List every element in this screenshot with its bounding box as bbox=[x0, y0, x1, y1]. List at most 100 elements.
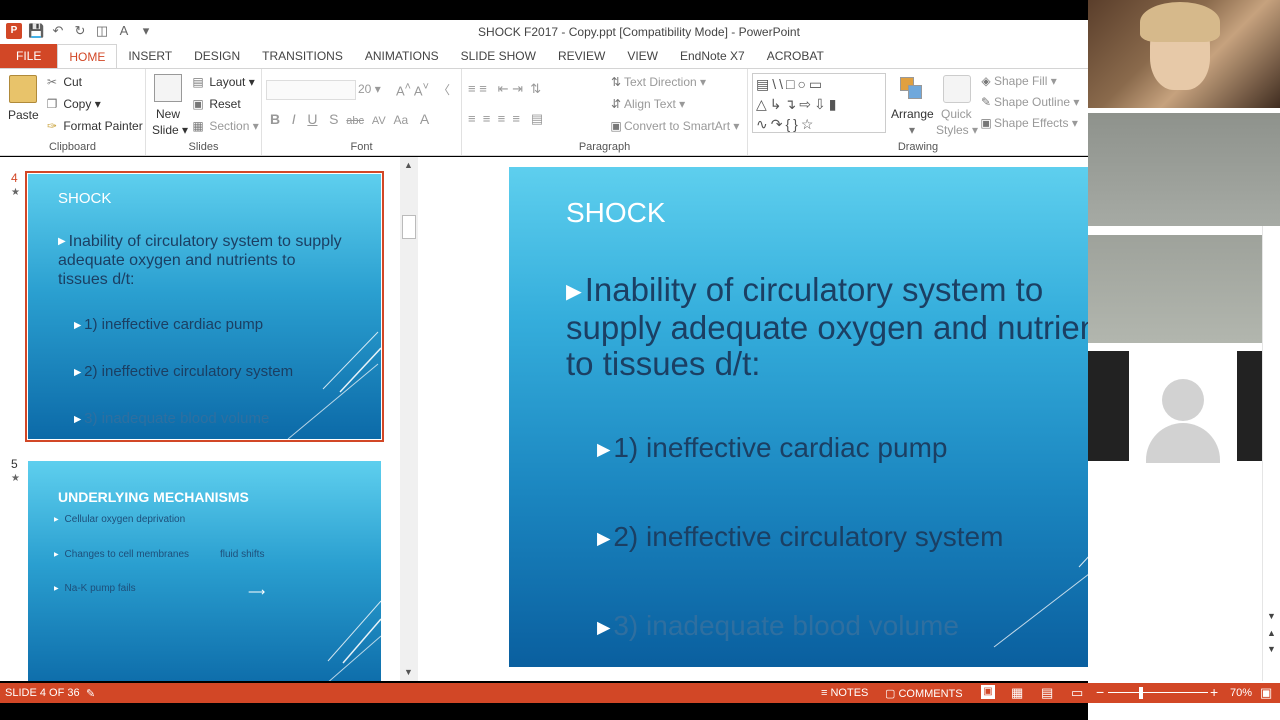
italic-icon[interactable]: I bbox=[292, 111, 296, 127]
slide-thumbnail-4[interactable]: SHOCK ▶ Inability of circulatory system t… bbox=[25, 171, 384, 442]
reading-view-icon[interactable]: ▤ bbox=[1041, 685, 1053, 701]
editor-scrollbar[interactable]: ▼ ▲ ▼ bbox=[1262, 226, 1280, 681]
quick-styles-button[interactable]: Quick bbox=[941, 107, 972, 121]
slide-sub-2[interactable]: ▶ 2) ineffective circulatory system bbox=[597, 521, 1003, 553]
layout-button[interactable]: ▤ Layout ▾ bbox=[190, 75, 254, 89]
strikethrough-icon[interactable]: abc bbox=[346, 115, 364, 127]
tab-review[interactable]: REVIEW bbox=[547, 44, 616, 68]
tab-acrobat[interactable]: ACROBAT bbox=[756, 44, 835, 68]
tab-transitions[interactable]: TRANSITIONS bbox=[251, 44, 354, 68]
notes-button[interactable]: ≡ NOTES bbox=[821, 687, 868, 699]
fit-slide-icon[interactable]: ▣ bbox=[1260, 685, 1272, 701]
list-buttons[interactable]: ≡ ≡ ⇤ ⇥ ⇅ bbox=[468, 81, 541, 97]
brush-icon: ✑ bbox=[46, 119, 58, 133]
slide-thumbnail-5[interactable]: UNDERLYING MECHANISMS ▶ Cellular oxygen … bbox=[28, 461, 381, 681]
font-color-icon[interactable]: A bbox=[420, 111, 429, 127]
bullet-arrow-icon: ▶ bbox=[597, 439, 611, 460]
zoom-level[interactable]: 70% bbox=[1230, 687, 1252, 699]
tab-file[interactable]: FILE bbox=[0, 44, 58, 68]
tab-slide-show[interactable]: SLIDE SHOW bbox=[450, 44, 547, 68]
text-direction-button[interactable]: ⇅ Text Direction ▾ bbox=[608, 75, 706, 89]
shapes-gallery[interactable]: ▤\\□○▭ △↳↴⇨⇩▮ ∿↷{}☆ bbox=[752, 73, 886, 133]
font-size-value: 20 bbox=[358, 82, 372, 96]
slide-sub-1[interactable]: ▶ 1) ineffective cardiac pump bbox=[597, 432, 947, 464]
text-style-buttons[interactable]: B I U S abc AV Aa A bbox=[270, 111, 429, 127]
shape-fill-button[interactable]: ◈ Shape Fill ▾ bbox=[978, 74, 1056, 88]
paste-icon[interactable] bbox=[9, 75, 37, 103]
participant-video-3[interactable] bbox=[1088, 235, 1280, 343]
new-slide-icon[interactable] bbox=[154, 74, 182, 102]
shape-effects-button[interactable]: ▣ Shape Effects ▾ bbox=[978, 116, 1078, 130]
scroll-down-icon[interactable]: ▼ bbox=[404, 667, 413, 677]
cut-button[interactable]: ✂ Cut bbox=[44, 75, 82, 89]
reset-button[interactable]: ▣ Reset bbox=[190, 97, 241, 111]
tab-insert[interactable]: INSERT bbox=[117, 44, 183, 68]
zoom-slider-handle[interactable] bbox=[1139, 687, 1143, 699]
slide-title[interactable]: SHOCK bbox=[566, 197, 666, 229]
slide-bullet[interactable]: ▶Inability of circulatory system to supp… bbox=[566, 271, 1126, 382]
quick-styles-icon[interactable] bbox=[943, 75, 971, 103]
section-label: Section bbox=[209, 119, 250, 133]
spell-check-icon[interactable]: ✎ bbox=[86, 687, 95, 700]
arrange-button[interactable]: Arrange bbox=[891, 107, 934, 121]
bullet-arrow-icon: ▶ bbox=[74, 366, 82, 377]
section-button[interactable]: ▦ Section ▾ bbox=[190, 119, 258, 133]
normal-view-icon[interactable]: ▣ bbox=[981, 685, 995, 699]
shadow-icon[interactable]: S bbox=[329, 111, 338, 127]
zoom-in-icon[interactable]: + bbox=[1210, 684, 1218, 700]
spacing-icon[interactable]: AV bbox=[372, 115, 386, 127]
zoom-slider-track[interactable] bbox=[1108, 692, 1208, 693]
shape-outline-button[interactable]: ✎ Shape Outline ▾ bbox=[978, 95, 1079, 109]
reset-label: Reset bbox=[209, 97, 241, 111]
new-slide-button[interactable]: New bbox=[156, 107, 180, 121]
slide-sorter-icon[interactable]: ▦ bbox=[1011, 685, 1023, 701]
thumbnails-scrollbar[interactable]: ▲ ▼ bbox=[400, 157, 418, 681]
avatar-icon bbox=[1162, 379, 1204, 421]
tab-animations[interactable]: ANIMATIONS bbox=[354, 44, 450, 68]
slide-show-icon[interactable]: ▭ bbox=[1071, 685, 1083, 701]
grow-font-icon[interactable]: A˄ A˅ bbox=[396, 81, 429, 98]
scrollbar-thumb[interactable] bbox=[402, 215, 416, 239]
shape-effects-icon: ▣ bbox=[980, 116, 992, 130]
bold-icon[interactable]: B bbox=[270, 111, 280, 127]
scroll-down-icon[interactable]: ▼ bbox=[1267, 611, 1276, 621]
clipboard-group: Paste ✂ Cut ❐ Copy ▾ ✑ Format Painter Cl… bbox=[0, 69, 146, 155]
copy-button[interactable]: ❐ Copy ▾ bbox=[44, 97, 101, 111]
arrange-icon[interactable] bbox=[898, 75, 926, 103]
alignment-buttons[interactable]: ≡ ≡ ≡ ≡ ▤ bbox=[468, 111, 543, 127]
layout-label: Layout bbox=[209, 75, 246, 89]
tab-design[interactable]: DESIGN bbox=[183, 44, 251, 68]
previous-slide-icon[interactable]: ▲ bbox=[1267, 628, 1276, 638]
section-icon: ▦ bbox=[192, 119, 204, 133]
animation-star-icon: ★ bbox=[11, 473, 20, 484]
paste-button[interactable]: Paste bbox=[8, 108, 39, 122]
thumb-line-1: ▶ Cellular oxygen deprivation bbox=[54, 514, 185, 525]
format-painter-button[interactable]: ✑ Format Painter bbox=[44, 119, 143, 133]
next-slide-icon[interactable]: ▼ bbox=[1267, 644, 1276, 654]
font-size-select[interactable]: 20 ▾ bbox=[358, 82, 381, 96]
main-slide-canvas[interactable]: SHOCK ▶Inability of circulatory system t… bbox=[509, 167, 1176, 667]
arrange-dropdown-icon[interactable]: ▾ bbox=[909, 123, 915, 137]
quick-styles-button-2[interactable]: Styles ▾ bbox=[936, 123, 978, 137]
thumb-title: UNDERLYING MECHANISMS bbox=[58, 489, 249, 505]
change-case-icon[interactable]: Aa bbox=[393, 113, 408, 127]
comments-button[interactable]: ▢ COMMENTS bbox=[885, 687, 963, 700]
shape-outline-icon: ✎ bbox=[980, 95, 992, 109]
decorative-lines bbox=[287, 331, 381, 439]
participant-video-4[interactable] bbox=[1088, 351, 1280, 463]
zoom-out-icon[interactable]: − bbox=[1096, 684, 1104, 700]
slide-sub-3[interactable]: ▶ 3) inadequate blood volume bbox=[597, 610, 959, 642]
participant-video-speaker[interactable] bbox=[1088, 0, 1280, 108]
font-family-select[interactable] bbox=[266, 80, 356, 100]
new-slide-button-2[interactable]: Slide ▾ bbox=[152, 123, 188, 137]
tab-view[interactable]: VIEW bbox=[616, 44, 669, 68]
tab-home[interactable]: HOME bbox=[57, 44, 118, 68]
thumb-bullet: ▶ Inability of circulatory system to supp… bbox=[58, 232, 348, 289]
clear-formatting-icon[interactable]: 〈 bbox=[438, 81, 450, 98]
tab-endnote[interactable]: EndNote X7 bbox=[669, 44, 756, 68]
participant-video-2[interactable] bbox=[1088, 113, 1280, 226]
convert-smartart-button[interactable]: ▣ Convert to SmartArt ▾ bbox=[608, 119, 739, 133]
align-text-button[interactable]: ⇵ Align Text ▾ bbox=[608, 97, 685, 111]
underline-icon[interactable]: U bbox=[307, 111, 317, 127]
scroll-up-icon[interactable]: ▲ bbox=[404, 160, 413, 170]
